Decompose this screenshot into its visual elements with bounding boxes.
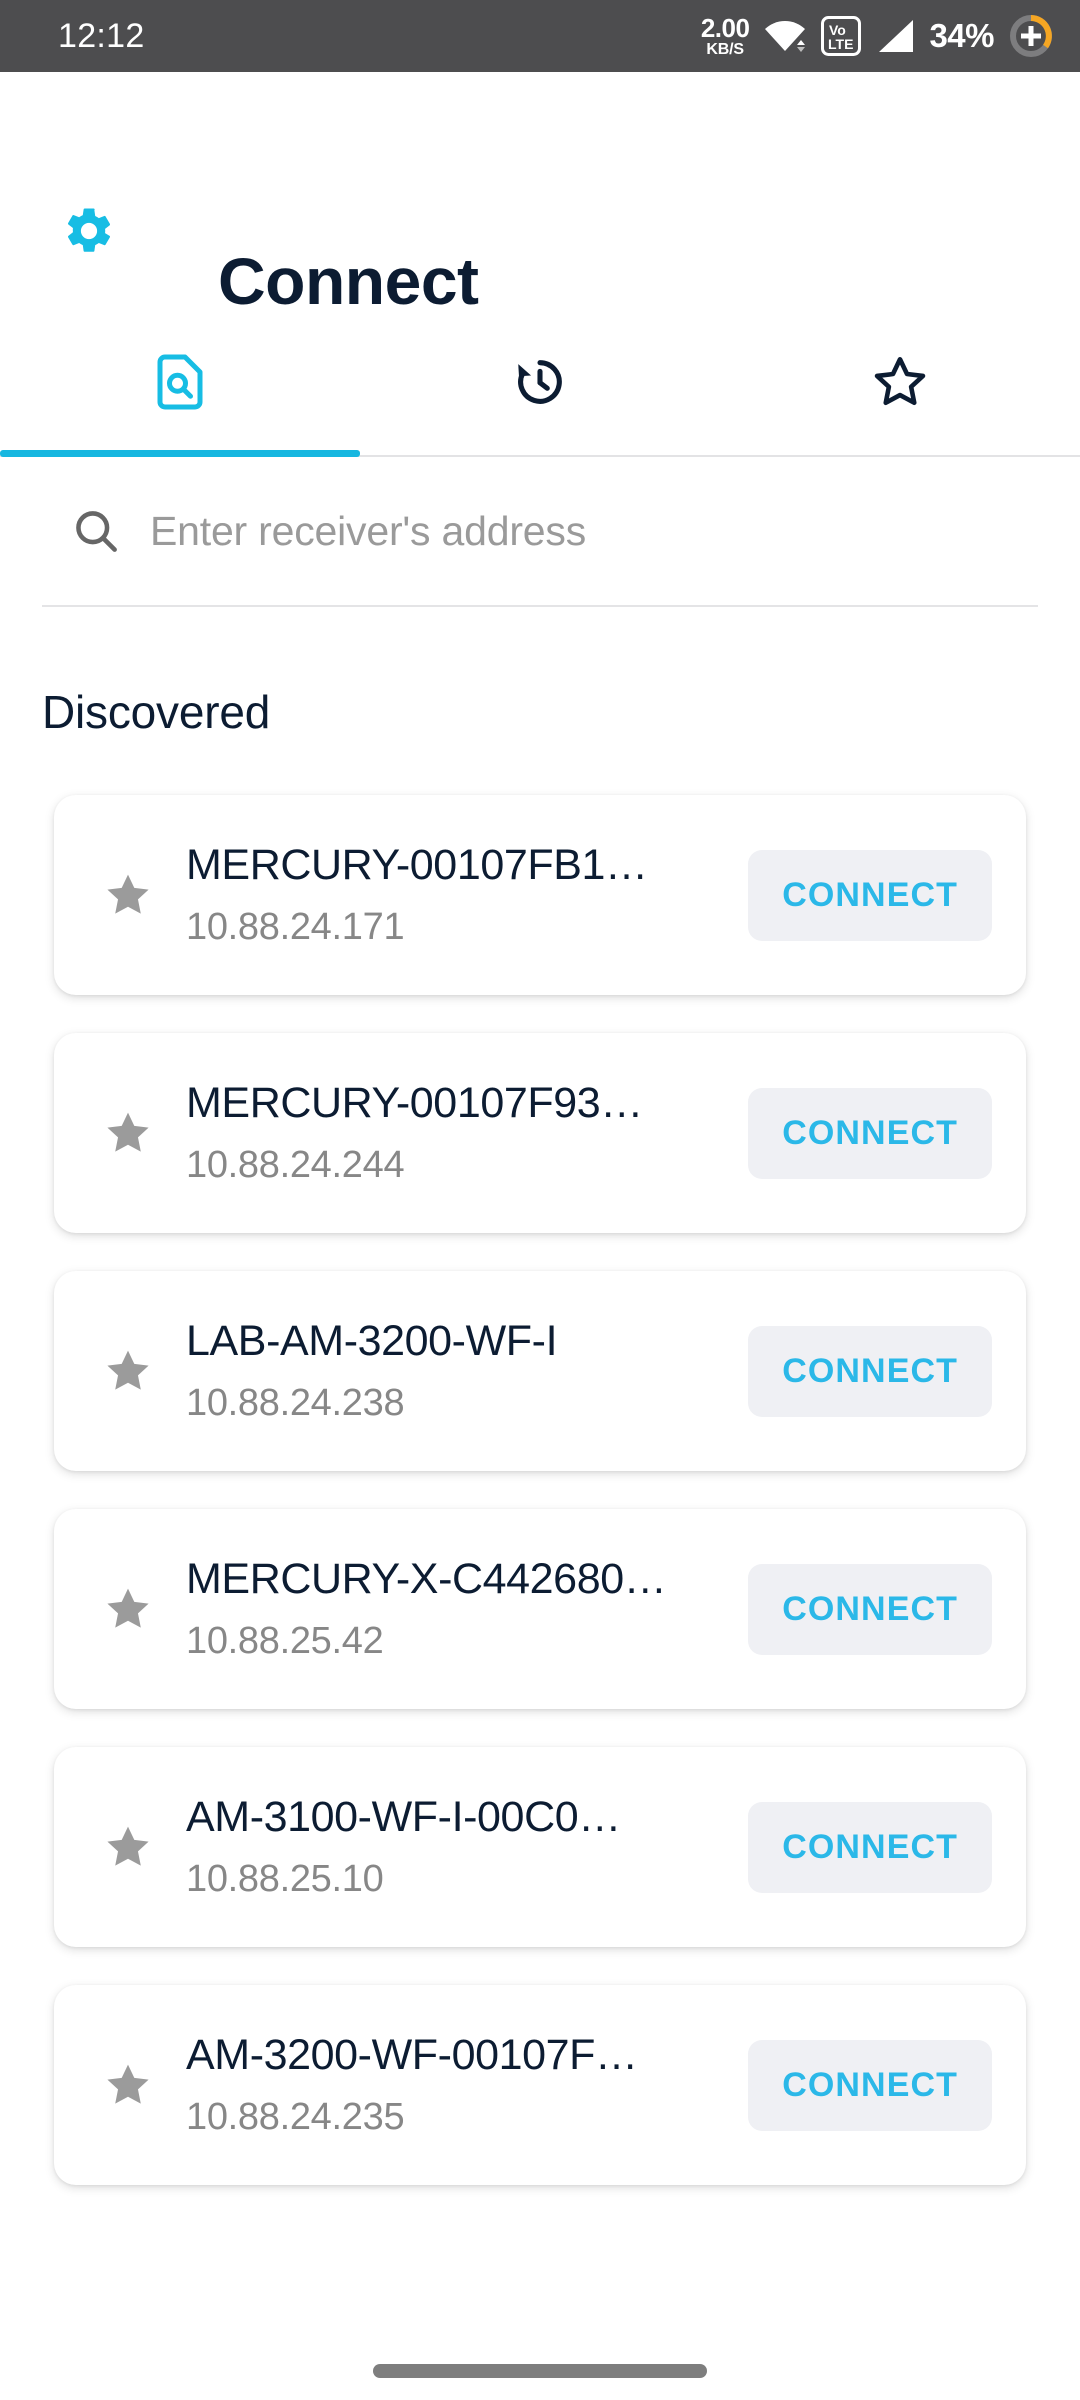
device-card[interactable]: LAB-AM-3200-WF-I 10.88.24.238 CONNECT	[54, 1271, 1026, 1471]
connect-button[interactable]: CONNECT	[748, 1087, 992, 1179]
device-name: AM-3200-WF-00107F…	[186, 2031, 638, 2079]
network-speed-indicator: 2.00 KB/S	[701, 15, 750, 58]
search-icon	[70, 505, 122, 557]
tab-discover[interactable]	[0, 312, 360, 457]
app-bar: Connect	[0, 72, 1080, 318]
device-name: MERCURY-00107FB1…	[186, 841, 648, 889]
device-info: AM-3100-WF-I-00C0… 10.88.25.10	[186, 1793, 724, 1901]
phone-screen: 12:12 2.00 KB/S Vo LTE 34% Connect Enter…	[0, 0, 1080, 2400]
tab-bar	[0, 312, 1080, 457]
tab-history[interactable]	[360, 312, 720, 457]
device-ip: 10.88.24.244	[186, 1144, 405, 1186]
device-info: MERCURY-00107FB1… 10.88.24.171	[186, 841, 724, 949]
wifi-icon	[763, 18, 807, 54]
device-card[interactable]: MERCURY-00107F93… 10.88.24.244 CONNECT	[54, 1033, 1026, 1233]
device-list-scroll[interactable]: MERCURY-00107FB1… 10.88.24.171 CONNECT MERC…	[0, 739, 1080, 2400]
status-bar-icons: 2.00 KB/S Vo LTE 34%	[701, 13, 1054, 59]
device-info: LAB-AM-3200-WF-I 10.88.24.238	[186, 1317, 724, 1425]
device-card[interactable]: MERCURY-00107FB1… 10.88.24.171 CONNECT	[54, 795, 1026, 995]
star-filled-icon[interactable]	[102, 1583, 154, 1635]
history-clock-icon	[511, 353, 569, 416]
device-ip: 10.88.24.235	[186, 2096, 405, 2138]
connect-button[interactable]: CONNECT	[748, 1563, 992, 1655]
status-bar: 12:12 2.00 KB/S Vo LTE 34%	[0, 0, 1080, 72]
connect-button[interactable]: CONNECT	[748, 849, 992, 941]
device-card[interactable]: AM-3200-WF-00107F… 10.88.24.235 CONNECT	[54, 1985, 1026, 2185]
device-name: LAB-AM-3200-WF-I	[186, 1317, 558, 1365]
discovered-heading: Discovered	[42, 686, 271, 738]
battery-percent-label: 34%	[929, 17, 994, 54]
device-list: MERCURY-00107FB1… 10.88.24.171 CONNECT MERC…	[0, 795, 1080, 2185]
device-ip: 10.88.24.171	[186, 906, 405, 948]
device-name: MERCURY-00107F93…	[186, 1079, 643, 1127]
device-info: MERCURY-X-C442680… 10.88.25.42	[186, 1555, 724, 1663]
volte-icon: Vo LTE	[821, 16, 862, 56]
document-search-icon	[150, 352, 210, 417]
connect-button[interactable]: CONNECT	[748, 1801, 992, 1893]
device-info: MERCURY-00107F93… 10.88.24.244	[186, 1079, 724, 1187]
gear-icon[interactable]	[62, 204, 116, 258]
battery-charging-plus-icon	[1008, 13, 1054, 59]
device-ip: 10.88.25.10	[186, 1858, 384, 1900]
status-bar-clock: 12:12	[58, 17, 145, 55]
star-filled-icon[interactable]	[102, 2059, 154, 2111]
network-speed-value: 2.00	[700, 12, 750, 43]
device-ip: 10.88.24.238	[186, 1382, 405, 1424]
search-bar[interactable]	[42, 457, 1038, 607]
cellular-signal-icon	[875, 18, 915, 54]
device-card[interactable]: AM-3100-WF-I-00C0… 10.88.25.10 CONNECT	[54, 1747, 1026, 1947]
device-name: MERCURY-X-C442680…	[186, 1555, 667, 1603]
star-filled-icon[interactable]	[102, 1345, 154, 1397]
device-name: AM-3100-WF-I-00C0…	[186, 1793, 621, 1841]
device-card[interactable]: MERCURY-X-C442680… 10.88.25.42 CONNECT	[54, 1509, 1026, 1709]
device-ip: 10.88.25.42	[186, 1620, 384, 1662]
network-speed-unit: KB/S	[706, 40, 744, 58]
star-filled-icon[interactable]	[102, 1107, 154, 1159]
page-title: Connect	[218, 244, 479, 318]
star-outline-icon	[871, 353, 929, 416]
search-input[interactable]	[150, 507, 1038, 555]
device-info: AM-3200-WF-00107F… 10.88.24.235	[186, 2031, 724, 2139]
connect-button[interactable]: CONNECT	[748, 2039, 992, 2131]
connect-button[interactable]: CONNECT	[748, 1325, 992, 1417]
home-indicator	[373, 2364, 707, 2378]
star-filled-icon[interactable]	[102, 869, 154, 921]
svg-text:LTE: LTE	[828, 36, 853, 52]
tab-favorites[interactable]	[720, 312, 1080, 457]
tab-active-indicator	[0, 450, 360, 457]
star-filled-icon[interactable]	[102, 1821, 154, 1873]
